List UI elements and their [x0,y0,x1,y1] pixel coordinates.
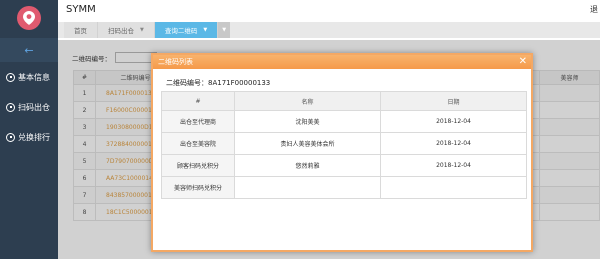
chevron-down-icon[interactable]: ▼ [140,27,144,33]
table-header: 日期 [380,91,527,111]
tab-label: 扫码出仓 [108,27,134,35]
sidebar-item-exchange-rank[interactable]: 兑换排行 [0,122,58,152]
scan-icon [6,102,15,112]
table-row: 出仓至代理商 沈阳美美 2018-12-04 [161,110,527,133]
row-label: 出仓至代理商 [161,110,235,133]
table-header: # [161,91,235,111]
row-date [380,176,527,199]
row-name: 贵妇人美容美体会所 [234,132,381,155]
table-row: 美容师扫码兑积分 [161,176,527,199]
tab-query-qrcode[interactable]: 查询二维码 ▼ [154,22,219,38]
table-header: 名称 [234,91,381,111]
close-icon[interactable]: ✕ [519,56,527,67]
sidebar-item-basic-info[interactable]: 基本信息 [0,62,58,92]
rank-icon [6,132,15,142]
row-name: 悠然莉雅 [234,154,381,177]
row-name: 沈阳美美 [234,110,381,133]
chevron-down-icon: ▼ [222,27,227,33]
dialog-title: 二维码列表 [158,58,193,66]
map-pin-icon [17,6,41,30]
dialog-header: 二维码列表 ✕ [153,55,531,69]
tab-label: 查询二维码 [164,27,198,35]
table-header-row: # 名称 日期 [161,91,527,111]
tab-home[interactable]: 首页 [64,22,98,38]
arrow-left-icon: ← [24,43,34,57]
logout-link[interactable]: 退 [590,4,598,15]
row-name [234,176,381,199]
tab-scan-out[interactable]: 扫码出仓 ▼ [98,22,155,38]
sidebar-item-label: 扫码出仓 [18,102,50,112]
dialog-subtitle: 二维码编号：8A171F00000133 [166,79,271,87]
row-label: 美容师扫码兑积分 [161,176,235,199]
sidebar-item-label: 兑换排行 [18,132,50,142]
chevron-down-icon[interactable]: ▼ [203,27,207,33]
table-row: 顾客扫码兑积分 悠然莉雅 2018-12-04 [161,154,527,177]
collapse-sidebar-button[interactable]: ← [0,38,58,62]
tab-bar: 首页 扫码出仓 ▼ 查询二维码 ▼ ▼ [58,22,600,38]
sidebar-item-scan-out[interactable]: 扫码出仓 [0,92,58,122]
row-date: 2018-12-04 [380,154,527,177]
sidebar: ← 基本信息 扫码出仓 兑换排行 [0,0,58,259]
app-title: SYMM [66,4,96,15]
tab-label: 首页 [74,27,87,35]
tab-more-button[interactable]: ▼ [218,22,231,38]
header: SYMM 退 [58,0,600,20]
qrcode-detail-table: # 名称 日期 出仓至代理商 沈阳美美 2018-12-04 出仓至美容院 贵妇… [161,91,527,199]
user-icon [6,72,15,82]
row-label: 出仓至美容院 [161,132,235,155]
row-label: 顾客扫码兑积分 [161,154,235,177]
row-date: 2018-12-04 [380,132,527,155]
qrcode-list-dialog: 二维码列表 ✕ 二维码编号：8A171F00000133 # 名称 日期 出仓至… [151,53,533,252]
logo [0,0,58,36]
row-date: 2018-12-04 [380,110,527,133]
sidebar-item-label: 基本信息 [18,72,50,82]
table-row: 出仓至美容院 贵妇人美容美体会所 2018-12-04 [161,132,527,155]
